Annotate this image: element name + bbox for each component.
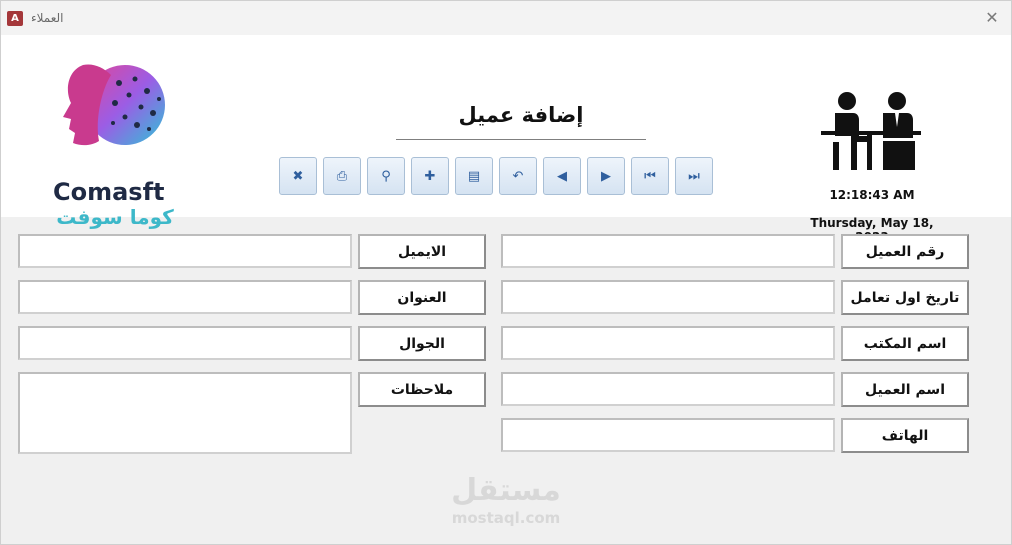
form-header: Comasft كوما سوفت إضافة عميل ✖ ⎙ ⚲ ✚ ▤ ↶… xyxy=(1,35,1011,244)
window-title: العملاء xyxy=(31,11,64,25)
form-title: إضافة عميل xyxy=(458,103,584,127)
undo-icon: ↶ xyxy=(512,168,524,184)
first-deal-date-label: تاريخ اول تعامل xyxy=(841,280,969,315)
close-button[interactable]: ✕ xyxy=(981,7,1003,29)
customer-name-label: اسم العميل xyxy=(841,372,969,407)
mobile-field[interactable] xyxy=(18,326,352,360)
next-record-button[interactable]: ▶ xyxy=(587,157,625,195)
first-deal-date-field[interactable] xyxy=(501,280,835,314)
printer-icon: ⎙ xyxy=(336,168,348,184)
undo-button[interactable]: ↶ xyxy=(499,157,537,195)
notes-label: ملاحظات xyxy=(358,372,486,407)
phone-label: الهاتف xyxy=(841,418,969,453)
binoculars-icon: ⚲ xyxy=(381,168,391,184)
notes-field[interactable] xyxy=(18,372,352,454)
customer-number-field[interactable] xyxy=(501,234,835,268)
mobile-label: الجوال xyxy=(358,326,486,361)
office-name-label: اسم المكتب xyxy=(841,326,969,361)
title-underline xyxy=(396,139,646,140)
previous-icon: ◀ xyxy=(557,168,567,184)
delete-icon: ✖ xyxy=(292,168,304,184)
email-field[interactable] xyxy=(18,234,352,268)
address-label: العنوان xyxy=(358,280,486,315)
save-icon: ▤ xyxy=(467,168,481,184)
customers-form-window: A العملاء ✕ Comasft كوما سوفت إضافة عميل… xyxy=(0,0,1012,545)
watermark-latin: mostaql.com xyxy=(451,509,561,527)
first-record-button[interactable]: ⏮ xyxy=(631,157,669,195)
address-field[interactable] xyxy=(18,280,352,314)
logo-arabic-text: كوما سوفت xyxy=(56,205,174,229)
print-button[interactable]: ⎙ xyxy=(323,157,361,195)
last-record-button[interactable]: ⏭ xyxy=(675,157,713,195)
current-time: 12:18:43 AM xyxy=(829,188,915,202)
last-record-icon: ⏭ xyxy=(688,168,700,184)
phone-field[interactable] xyxy=(501,418,835,452)
previous-record-button[interactable]: ◀ xyxy=(543,157,581,195)
email-label: الايميل xyxy=(358,234,486,269)
logo-wordmark: Comasft xyxy=(53,178,165,206)
access-app-icon: A xyxy=(7,11,23,26)
new-record-icon: ✚ xyxy=(424,168,436,184)
customer-name-field[interactable] xyxy=(501,372,835,406)
customer-number-label: رقم العميل xyxy=(841,234,969,269)
title-bar: A العملاء ✕ xyxy=(1,1,1011,35)
save-button[interactable]: ▤ xyxy=(455,157,493,195)
meeting-icon xyxy=(821,92,921,170)
first-record-icon: ⏮ xyxy=(644,168,656,184)
next-icon: ▶ xyxy=(601,168,611,184)
office-name-field[interactable] xyxy=(501,326,835,360)
delete-record-button[interactable]: ✖ xyxy=(279,157,317,195)
new-record-button[interactable]: ✚ xyxy=(411,157,449,195)
mostaql-watermark: مستقل mostaql.com xyxy=(441,473,571,527)
search-button[interactable]: ⚲ xyxy=(367,157,405,195)
watermark-arabic: مستقل xyxy=(451,473,561,508)
